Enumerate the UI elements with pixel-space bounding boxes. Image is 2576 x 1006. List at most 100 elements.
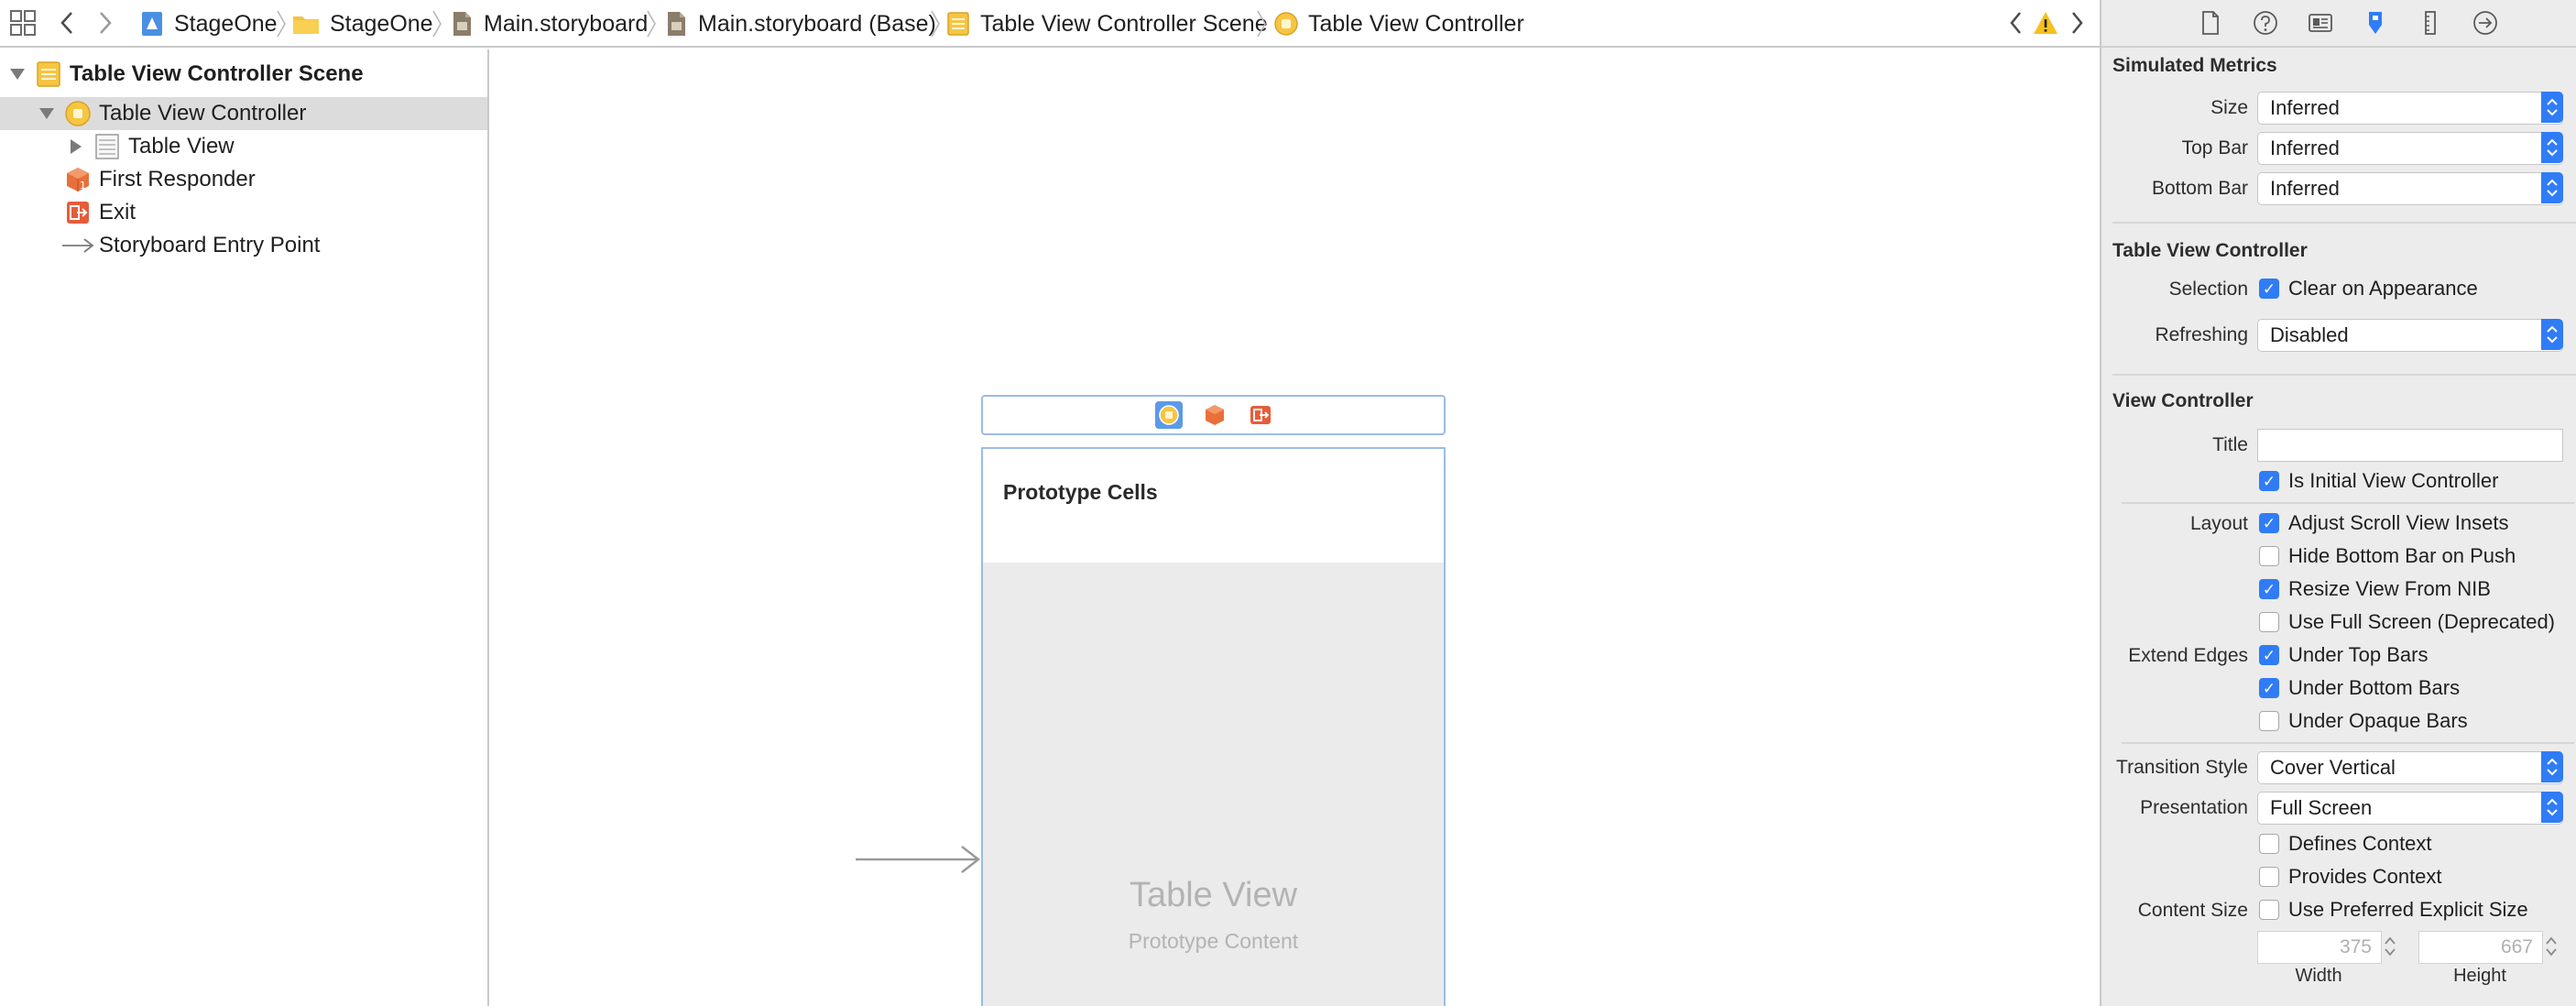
- table-view-placeholder-title: Table View: [1129, 876, 1298, 914]
- breadcrumb-group[interactable]: StageOne: [291, 7, 433, 40]
- disclosure-open-icon[interactable]: [7, 64, 27, 84]
- use-full-screen-checkbox[interactable]: Use Full Screen (Deprecated): [2259, 608, 2555, 636]
- checkbox-label: Is Initial View Controller: [2288, 469, 2499, 492]
- next-issue-chevron-icon[interactable]: [2063, 9, 2090, 37]
- checkbox-box[interactable]: ✓: [2259, 579, 2279, 599]
- presentation-popup[interactable]: Full Screen: [2257, 792, 2563, 825]
- section-divider: [2112, 222, 2576, 224]
- layout-label: Layout: [2189, 513, 2248, 534]
- breadcrumb-label: Main.storyboard: [484, 10, 649, 37]
- disclosure-open-icon[interactable]: [37, 104, 57, 124]
- breadcrumb-storyboard[interactable]: Main.storyboard: [449, 7, 648, 40]
- clear-on-appearance-checkbox[interactable]: ✓ Clear on Appearance: [2259, 275, 2478, 302]
- scene-dock: [981, 395, 1446, 435]
- outline-label: First Responder: [99, 167, 256, 191]
- bottom-bar-popup[interactable]: Inferred: [2257, 172, 2563, 205]
- jump-bar: StageOne StageOne Main.storyboard Main.s…: [0, 0, 2100, 48]
- size-popup[interactable]: Inferred: [2257, 92, 2563, 125]
- provides-context-checkbox[interactable]: Provides Context: [2259, 863, 2442, 891]
- attributes-inspector-icon[interactable]: [2362, 9, 2389, 37]
- table-view-controller-scene[interactable]: Prototype Cells Table View Prototype Con…: [981, 447, 1446, 1006]
- prototype-cells-label: Prototype Cells: [1003, 480, 1158, 504]
- checkbox-box[interactable]: ✓: [2259, 471, 2279, 491]
- section-divider: [2112, 374, 2576, 376]
- use-preferred-explicit-size-checkbox[interactable]: Use Preferred Explicit Size: [2259, 896, 2528, 924]
- checkbox-box[interactable]: [2259, 900, 2279, 920]
- breadcrumb-view-controller[interactable]: Table View Controller: [1273, 7, 1524, 40]
- breadcrumb-label: Table View Controller: [1308, 10, 1524, 37]
- outline-item-first-responder[interactable]: 1 First Responder: [0, 163, 487, 196]
- is-initial-view-controller-checkbox[interactable]: ✓ Is Initial View Controller: [2259, 467, 2498, 495]
- defines-context-checkbox[interactable]: Defines Context: [2259, 830, 2432, 858]
- breadcrumb-label: Table View Controller Scene: [980, 10, 1268, 37]
- outline-item-storyboard-entry-point[interactable]: Storyboard Entry Point: [0, 229, 487, 262]
- checkbox-box[interactable]: ✓: [2259, 678, 2279, 698]
- warning-icon[interactable]: [2032, 9, 2059, 37]
- breadcrumb-project[interactable]: StageOne: [139, 7, 278, 40]
- section-title-view-controller: View Controller: [2112, 390, 2254, 411]
- width-caption: Width: [2295, 966, 2342, 986]
- breadcrumb-scene[interactable]: Table View Controller Scene: [945, 7, 1268, 40]
- under-top-bars-checkbox[interactable]: ✓ Under Top Bars: [2259, 641, 2428, 669]
- outline-item-exit[interactable]: Exit: [0, 196, 487, 229]
- under-bottom-bars-checkbox[interactable]: ✓ Under Bottom Bars: [2259, 674, 2460, 702]
- transition-style-popup[interactable]: Cover Vertical: [2257, 751, 2563, 784]
- size-inspector-icon[interactable]: [2417, 9, 2444, 37]
- outline-label: Table View Controller Scene: [70, 61, 364, 86]
- previous-issue-chevron-icon[interactable]: [2003, 9, 2030, 37]
- breadcrumb-storyboard-base[interactable]: Main.storyboard (Base): [663, 7, 936, 40]
- identity-inspector-icon[interactable]: [2307, 9, 2334, 37]
- entry-point-arrow-icon: [60, 232, 95, 259]
- height-field-value: 667: [2500, 936, 2533, 957]
- under-opaque-bars-checkbox[interactable]: Under Opaque Bars: [2259, 707, 2468, 735]
- quick-help-icon[interactable]: [2252, 9, 2279, 37]
- checkbox-label: Use Preferred Explicit Size: [2288, 898, 2528, 921]
- top-bar-label: Top Bar: [2181, 137, 2248, 159]
- title-field[interactable]: [2257, 429, 2563, 462]
- checkbox-box[interactable]: [2259, 867, 2279, 887]
- scene-icon: [35, 60, 62, 88]
- section-title-simulated-metrics: Simulated Metrics: [2112, 55, 2277, 76]
- forward-chevron-icon[interactable]: [92, 9, 119, 37]
- storyboard-file-icon: [663, 11, 689, 37]
- checkbox-box[interactable]: [2259, 711, 2279, 731]
- breadcrumb-label: StageOne: [174, 10, 278, 37]
- checkbox-box[interactable]: [2259, 612, 2279, 632]
- back-chevron-icon[interactable]: [53, 9, 81, 37]
- popup-arrows-icon: [2541, 172, 2563, 203]
- storyboard-entry-arrow-icon[interactable]: [854, 841, 982, 878]
- adjust-scroll-view-insets-checkbox[interactable]: ✓ Adjust Scroll View Insets: [2259, 509, 2508, 537]
- checkbox-box[interactable]: ✓: [2259, 645, 2279, 665]
- width-field[interactable]: 375: [2257, 931, 2382, 964]
- prototype-cells-header[interactable]: Prototype Cells: [983, 449, 1444, 563]
- checkbox-box[interactable]: ✓: [2259, 279, 2279, 299]
- transition-style-label: Transition Style: [2116, 757, 2248, 778]
- view-controller-icon[interactable]: [1154, 400, 1184, 430]
- refreshing-popup[interactable]: Disabled: [2257, 319, 2563, 352]
- first-responder-cube-icon[interactable]: [1203, 403, 1227, 427]
- height-stepper-icon[interactable]: [2543, 931, 2560, 962]
- checkbox-box[interactable]: [2259, 834, 2279, 854]
- checkbox-label: Clear on Appearance: [2288, 277, 2478, 300]
- connections-inspector-icon[interactable]: [2472, 9, 2499, 37]
- checkbox-box[interactable]: ✓: [2259, 513, 2279, 533]
- related-items-grid-icon[interactable]: [9, 9, 37, 37]
- outline-item-scene[interactable]: Table View Controller Scene: [0, 58, 487, 91]
- width-stepper-icon[interactable]: [2382, 931, 2398, 962]
- file-inspector-icon[interactable]: [2197, 9, 2224, 37]
- breadcrumb-separator-icon: [645, 9, 658, 38]
- outline-item-table-view-controller[interactable]: Table View Controller: [0, 97, 487, 130]
- checkbox-box[interactable]: [2259, 546, 2279, 566]
- breadcrumb-label: Main.storyboard (Base): [698, 10, 936, 37]
- top-bar-popup[interactable]: Inferred: [2257, 132, 2563, 165]
- refreshing-label: Refreshing: [2155, 324, 2248, 345]
- checkbox-label: Use Full Screen (Deprecated): [2288, 610, 2556, 633]
- resize-view-from-nib-checkbox[interactable]: ✓ Resize View From NIB: [2259, 575, 2491, 603]
- height-field[interactable]: 667: [2418, 931, 2543, 964]
- checkbox-label: Under Bottom Bars: [2288, 676, 2461, 699]
- exit-icon[interactable]: [1249, 403, 1272, 427]
- hide-bottom-bar-on-push-checkbox[interactable]: Hide Bottom Bar on Push: [2259, 542, 2516, 570]
- disclosure-closed-icon[interactable]: [66, 137, 86, 157]
- outline-item-table-view[interactable]: Table View: [0, 130, 487, 163]
- section-divider: [2122, 502, 2574, 504]
